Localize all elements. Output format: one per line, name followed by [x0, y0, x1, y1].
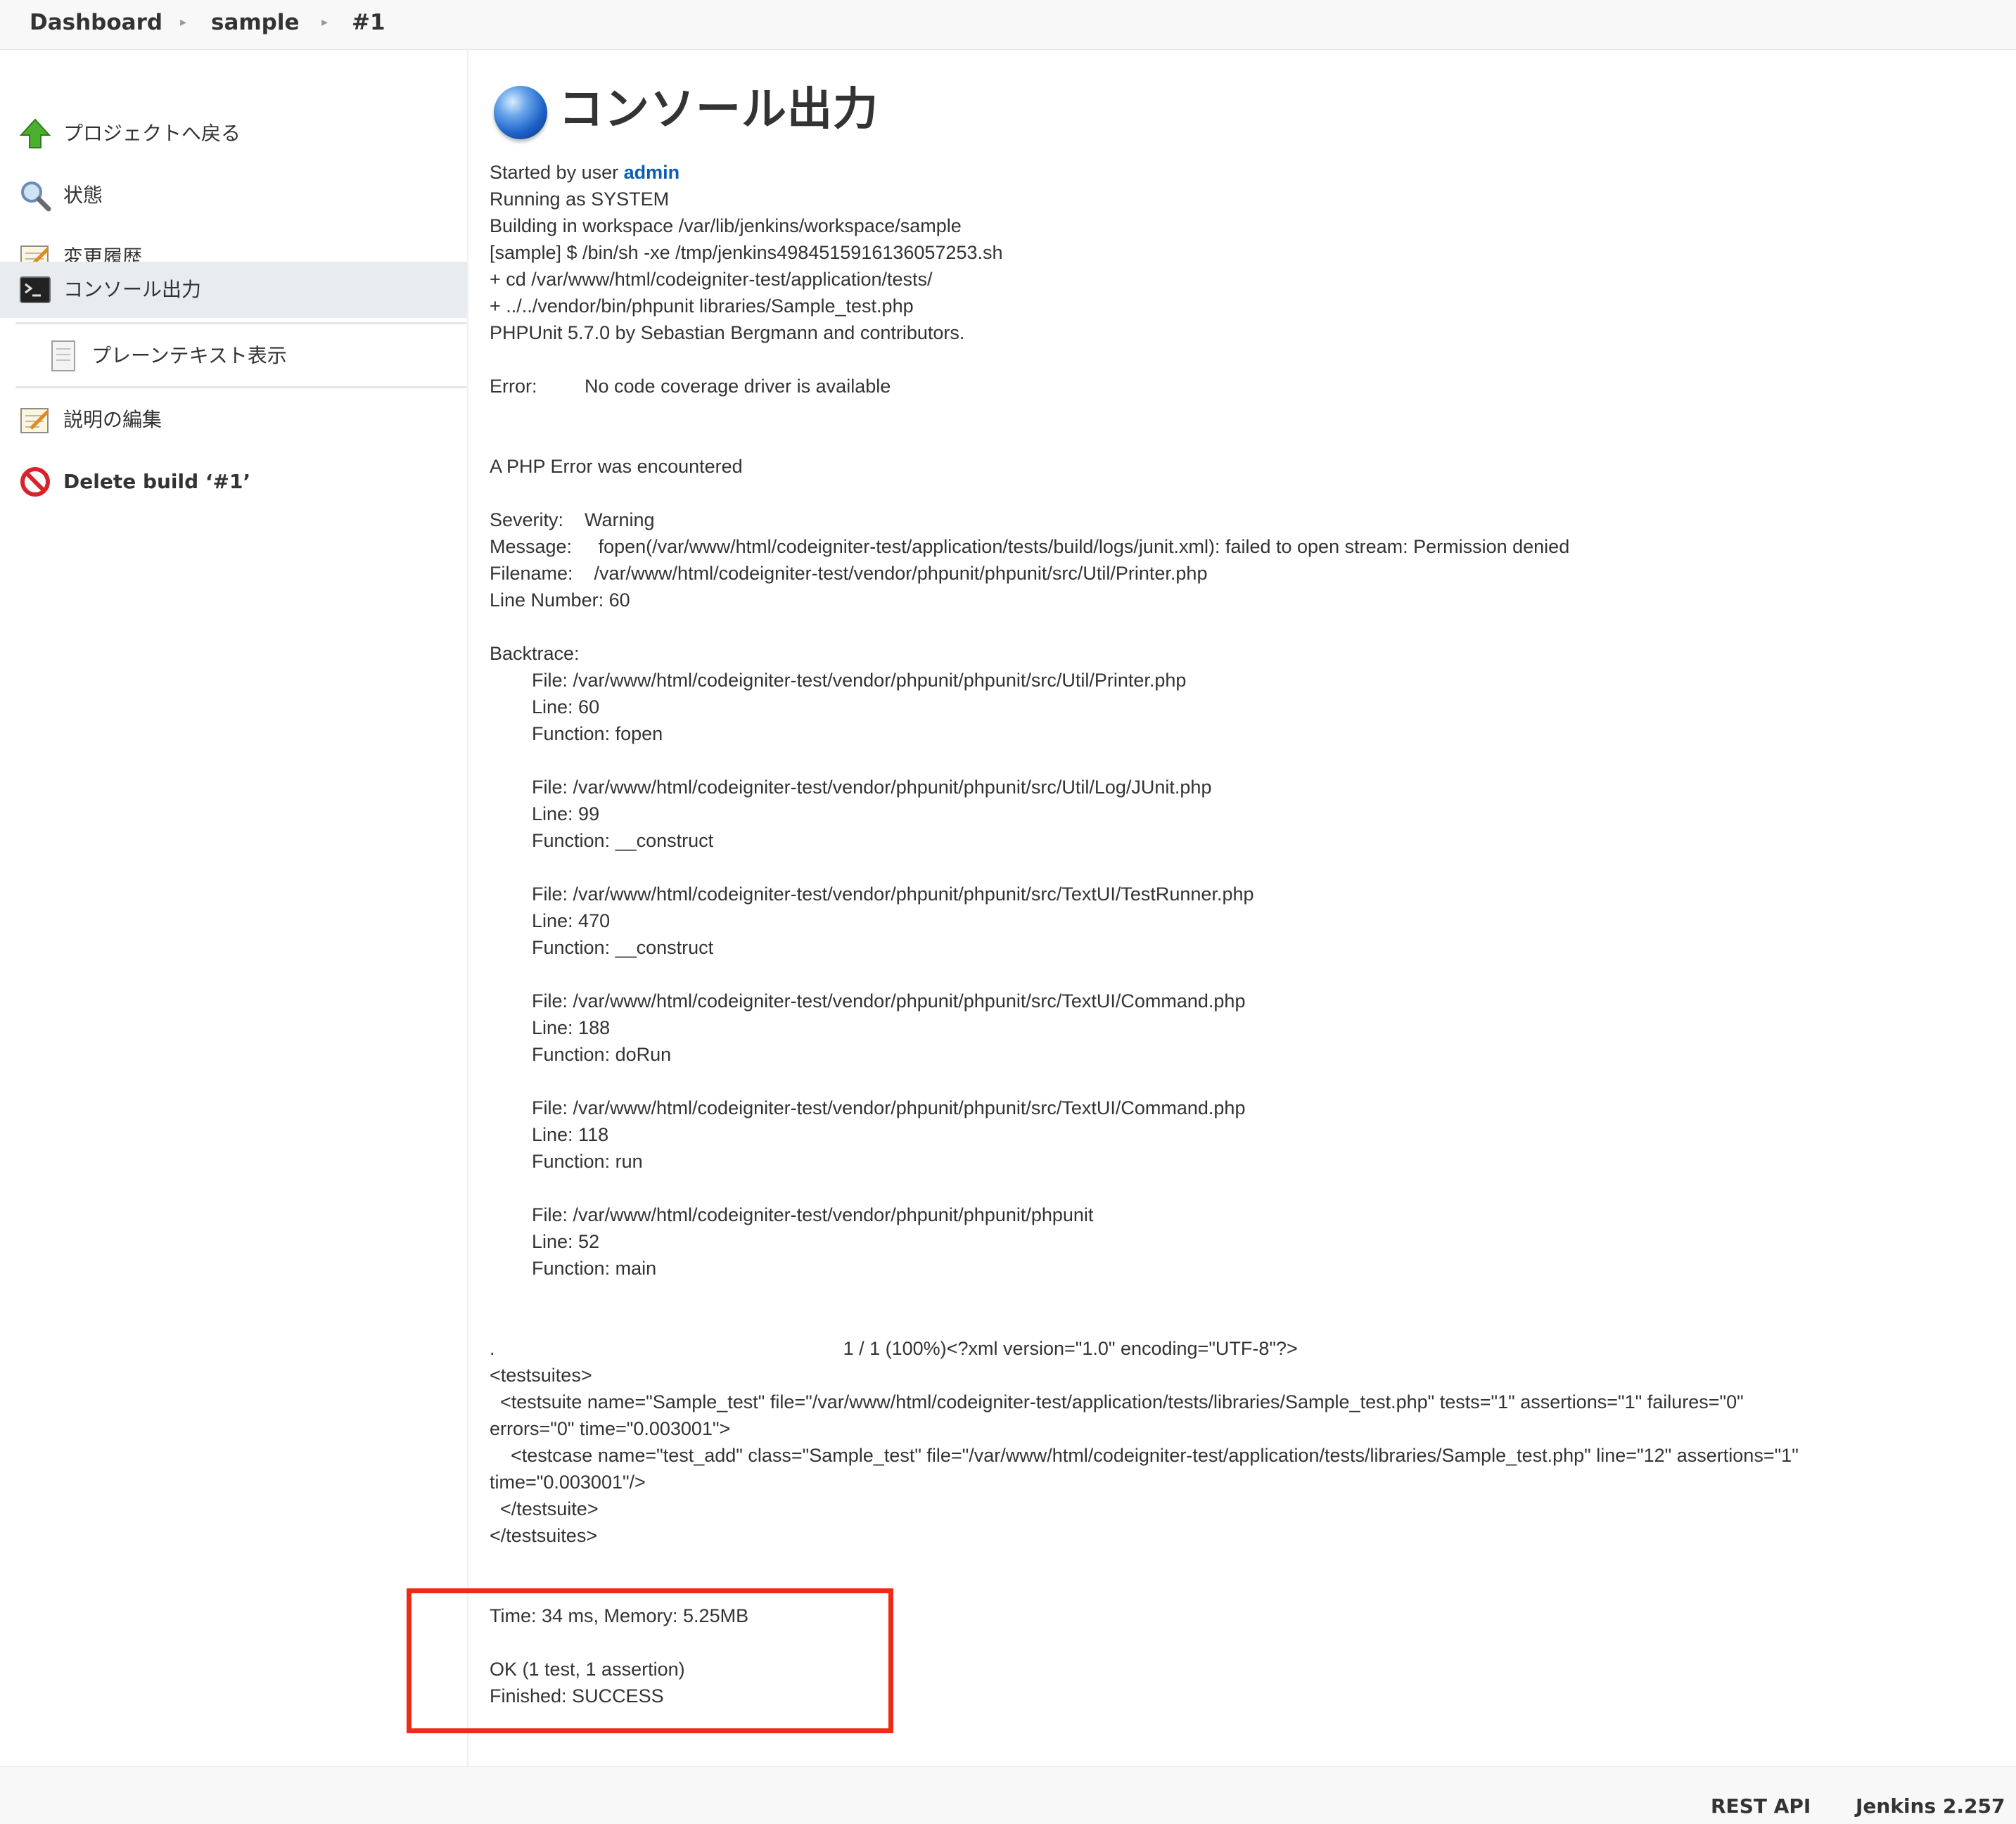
console-line: Function: main [490, 1258, 657, 1279]
console-line: Function: run [490, 1151, 643, 1172]
console-line: <testcase name="test_add" class="Sample_… [490, 1445, 1799, 1466]
console-line: Severity: Warning [490, 509, 655, 530]
console-line: A PHP Error was encountered [490, 456, 743, 477]
sidebar-item-plain-text[interactable]: プレーンテキスト表示 [0, 326, 467, 385]
console-line: <testsuite name="Sample_test" file="/var… [490, 1391, 1744, 1412]
console-line: [sample] $ /bin/sh -xe /tmp/jenkins49845… [490, 242, 1003, 263]
console-line: Running as SYSTEM [490, 189, 670, 210]
sidebar-item-label: プロジェクトへ戻る [63, 122, 241, 145]
breadcrumb-build-1[interactable]: #1 [352, 7, 385, 38]
console-line: Function: doRun [490, 1044, 672, 1065]
console-line: File: /var/www/html/codeigniter-test/ven… [490, 884, 1254, 905]
console-line: Backtrace: [490, 643, 580, 664]
console-line: Message: fopen(/var/www/html/codeigniter… [490, 536, 1570, 557]
console-log-lines: Running as SYSTEM Building in workspace … [490, 189, 1799, 1707]
sidebar-item-delete-build[interactable]: Delete build ‘#1’ [0, 452, 467, 511]
rest-api-link[interactable]: REST API [1711, 1792, 1811, 1820]
console-line: + cd /var/www/html/codeigniter-test/appl… [490, 269, 933, 290]
breadcrumb-sample[interactable]: sample [211, 7, 300, 38]
breadcrumb-dashboard[interactable]: Dashboard [30, 7, 162, 38]
sidebar-item-label: Delete build ‘#1’ [63, 470, 251, 493]
console-line: time="0.003001"/> [490, 1472, 646, 1493]
terminal-icon [18, 273, 52, 307]
console-line: Line: 99 [490, 803, 600, 824]
search-icon [18, 179, 52, 212]
page-footer: REST API Jenkins 2.257 [0, 1766, 2016, 1824]
console-line: + ../../vendor/bin/phpunit libraries/Sam… [490, 295, 914, 317]
sidebar-item-label: 説明の編集 [63, 408, 162, 431]
document-icon [46, 339, 80, 373]
console-line: Line: 470 [490, 910, 611, 931]
console-line: PHPUnit 5.7.0 by Sebastian Bergmann and … [490, 322, 965, 343]
console-line: Building in workspace /var/lib/jenkins/w… [490, 215, 962, 236]
breadcrumb-separator-icon: ▸ [321, 15, 328, 30]
jenkins-version-link[interactable]: Jenkins 2.257 [1856, 1792, 2005, 1820]
console-line: Line: 52 [490, 1231, 600, 1252]
side-panel: プロジェクトへ戻る 状態 変更履歴 コンソール出力 プレーンテキスト表示 説明の… [0, 50, 468, 1766]
user-link-admin[interactable]: admin [624, 162, 680, 183]
notepad-icon [18, 403, 52, 437]
console-line: </testsuite> [490, 1498, 599, 1519]
console-line: File: /var/www/html/codeigniter-test/ven… [490, 990, 1246, 1012]
up-arrow-icon [18, 117, 52, 151]
breadcrumb-separator-icon: ▸ [180, 15, 187, 30]
console-line: Filename: /var/www/html/codeigniter-test… [490, 563, 1208, 584]
page-title: コンソール出力 [559, 84, 879, 136]
started-by-text: Started by user [490, 162, 624, 183]
sidebar-divider [15, 322, 467, 324]
blue-ball-icon [494, 86, 547, 139]
console-line: Function: __construct [490, 830, 714, 851]
sidebar-item-console-output[interactable]: コンソール出力 [0, 262, 467, 318]
console-line: errors="0" time="0.003001"> [490, 1418, 731, 1439]
console-line: <testsuites> [490, 1365, 592, 1386]
highlight-box [407, 1588, 893, 1733]
sidebar-item-status[interactable]: 状態 [0, 166, 467, 225]
console-line: Function: fopen [490, 723, 663, 744]
console-line: Line: 188 [490, 1017, 611, 1038]
console-line: Line: 118 [490, 1124, 609, 1145]
console-line: Function: __construct [490, 937, 714, 958]
console-line: . 1 / 1 (100%)<?xml version="1.0" encodi… [490, 1338, 1298, 1359]
console-line: </testsuites> [490, 1525, 598, 1546]
sidebar-item-label: コンソール出力 [63, 278, 202, 301]
sidebar-divider [15, 386, 467, 388]
breadcrumb-bar: Dashboard ▸ sample ▸ #1 [0, 0, 2016, 50]
console-line: Line: 60 [490, 696, 600, 718]
console-line: Line Number: 60 [490, 589, 630, 611]
console-line: File: /var/www/html/codeigniter-test/ven… [490, 670, 1187, 691]
sidebar-item-edit-description[interactable]: 説明の編集 [0, 390, 467, 449]
console-line: File: /var/www/html/codeigniter-test/ven… [490, 1097, 1246, 1118]
console-line: File: /var/www/html/codeigniter-test/ven… [490, 777, 1212, 798]
no-entry-icon [18, 465, 52, 499]
sidebar-item-back-to-project[interactable]: プロジェクトへ戻る [0, 104, 467, 163]
console-line: Error: No code coverage driver is availa… [490, 376, 891, 397]
console-output: Started by user admin Running as SYSTEM … [490, 159, 1988, 1709]
sidebar-item-label: 状態 [63, 184, 103, 207]
console-line: File: /var/www/html/codeigniter-test/ven… [490, 1204, 1094, 1225]
sidebar-item-label: プレーンテキスト表示 [91, 344, 287, 367]
